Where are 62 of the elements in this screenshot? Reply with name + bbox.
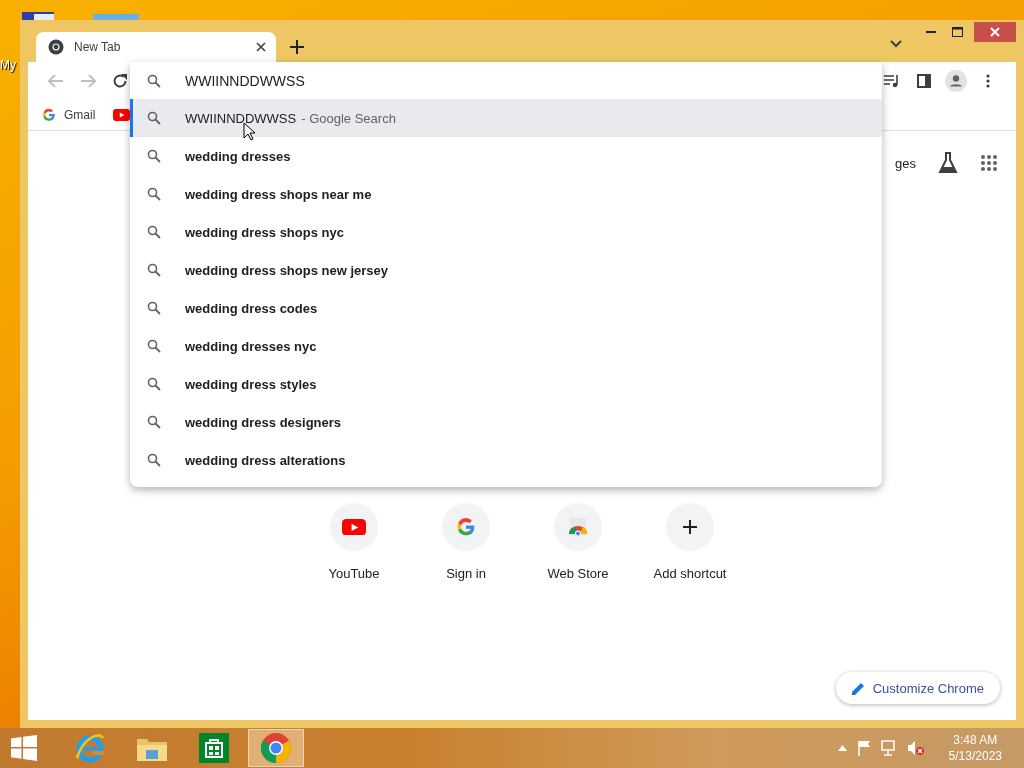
search-icon [147,187,161,201]
suggestion-item[interactable]: wedding dresses nyc [130,327,882,365]
suggestion-item[interactable]: wedding dress designers [130,403,882,441]
apps-grid-icon[interactable] [980,154,998,172]
suggestion-item[interactable]: wedding dress codes [130,289,882,327]
shortcut-tile[interactable] [330,503,378,551]
menu-icon[interactable] [986,74,990,88]
suggestion-item[interactable]: wedding dress shops nyc [130,213,882,251]
muted-speaker-icon[interactable] [906,740,925,756]
bookmark-label[interactable]: Gmail [64,108,96,122]
suggestion-item[interactable]: wedding dress alterations [130,441,882,479]
shortcut-tile[interactable] [666,503,714,551]
close-icon [990,27,1000,37]
store-bag-icon [199,733,229,763]
shortcut-label[interactable]: Add shortcut [653,566,727,581]
address-field[interactable]: WWIINNDDWWSS [185,72,882,89]
browser-tab[interactable]: New Tab [36,32,276,62]
windows-logo-icon[interactable] [11,735,37,761]
search-icon [147,339,161,353]
reload-icon[interactable] [112,73,128,89]
images-link[interactable]: ges [895,155,916,171]
google-icon [456,517,476,537]
suggestion-item[interactable]: wedding dresses [130,137,882,175]
search-icon [147,301,161,315]
profile-icon[interactable] [945,70,967,92]
search-icon [147,111,161,125]
pencil-icon [851,681,865,695]
shortcut-tile[interactable] [442,503,490,551]
search-icon [147,73,161,88]
search-icon [147,225,161,239]
suggestion-item[interactable]: wedding dress shops new jersey [130,251,882,289]
youtube-icon [113,109,131,121]
shortcut-label[interactable]: Web Store [547,566,609,581]
suggestion-item[interactable]: wedding dress styles [130,365,882,403]
customize-button[interactable]: Customize Chrome [835,672,1000,704]
youtube-icon [342,518,366,536]
maximize-icon[interactable] [951,27,963,37]
search-icon [147,149,161,163]
tab-search-icon[interactable] [890,40,902,48]
suggestion-item[interactable]: WWIINNDDWWSS - Google Search [130,99,882,137]
new-tab-icon[interactable] [290,40,304,54]
minimize-icon[interactable] [926,30,936,34]
flask-icon[interactable] [938,152,958,174]
search-icon [147,377,161,391]
search-icon [147,263,161,277]
search-icon [147,453,161,467]
search-icon [147,415,161,429]
webstore-icon [568,518,588,536]
close-button[interactable] [974,22,1016,42]
shortcut-tile[interactable] [554,503,602,551]
cursor-icon [243,122,255,141]
side-panel-icon[interactable] [917,74,931,88]
suggestion-item[interactable]: wedding dress shops near me [130,175,882,213]
shortcut-label[interactable]: YouTube [328,566,380,581]
close-icon[interactable] [256,42,266,52]
taskbar-app[interactable] [248,729,304,767]
media-queue-icon[interactable] [884,74,900,88]
browser-e-icon [74,732,106,764]
shortcut-label[interactable]: Sign in [446,566,486,581]
plus-icon [682,519,698,535]
google-icon [42,108,56,122]
tab-title: New Tab [74,40,122,54]
